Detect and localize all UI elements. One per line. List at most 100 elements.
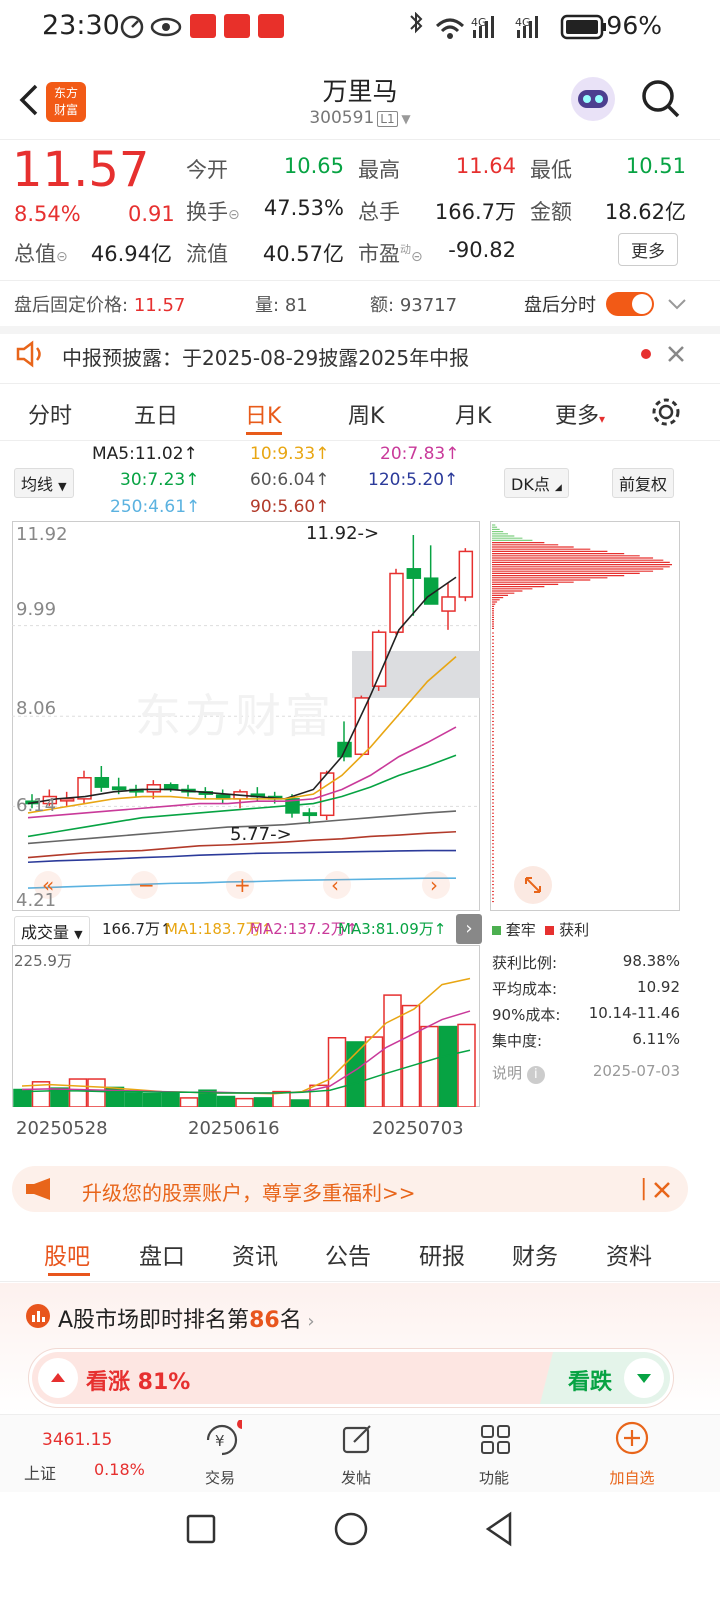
chip-note[interactable]: 说明 i — [492, 1062, 545, 1084]
y-label-top: 11.92 — [16, 524, 68, 545]
tab-underline — [246, 432, 282, 435]
chevron-down-icon[interactable] — [666, 295, 688, 313]
volume-bar — [142, 1092, 162, 1107]
volume-dropdown[interactable]: 成交量 ▼ — [14, 916, 90, 946]
index-name[interactable]: 上证 — [24, 1460, 56, 1484]
promo-text[interactable]: 升级您的股票账户，尊享多重福利>> — [82, 1177, 416, 1206]
search-icon[interactable] — [640, 78, 682, 120]
open-value: 10.65 — [283, 154, 344, 178]
index-value[interactable]: 3461.15 — [42, 1430, 112, 1450]
restore-right-button[interactable]: 前复权 — [612, 468, 675, 498]
change-percent: 8.54% — [14, 202, 81, 226]
promo-close-icon[interactable] — [652, 1180, 672, 1200]
volume-bar — [457, 1023, 476, 1107]
amount-value: 18.62亿 — [604, 200, 686, 224]
chart-nav-glyph: › — [430, 873, 438, 897]
robot-assistant-icon[interactable] — [568, 74, 618, 124]
battery-icon — [560, 14, 606, 40]
volume-bar — [420, 1025, 439, 1107]
y-label-4: 6.14 — [16, 795, 57, 816]
chip-distribution-svg — [492, 524, 672, 903]
nav-post[interactable]: 发帖 — [306, 1467, 406, 1488]
low-value: 10.51 — [625, 154, 686, 178]
high-marker: 11.92-> — [306, 523, 380, 544]
tab-more[interactable]: 更多▾ — [555, 398, 605, 430]
nav-trade[interactable]: 交易 — [170, 1467, 270, 1488]
more-quote-button[interactable]: 更多 — [618, 233, 678, 266]
vote-up-icon[interactable] — [38, 1358, 78, 1398]
expand-button[interactable] — [514, 866, 552, 904]
trade-icon[interactable]: ¥ — [202, 1420, 242, 1460]
ma5-value: MA5:11.02↑ — [92, 444, 198, 464]
tab-pankou[interactable]: 盘口 — [139, 1237, 185, 1271]
after-hours-label: 盘后分时 — [524, 295, 596, 316]
chart-nav-glyph: − — [138, 873, 155, 897]
tab-monthly-k[interactable]: 月K — [455, 398, 491, 430]
tab-news[interactable]: 资讯 — [232, 1237, 278, 1271]
volume-bar — [179, 1097, 199, 1107]
notice-dot — [641, 349, 651, 359]
volume-bar — [364, 1036, 384, 1107]
candle-body — [441, 596, 456, 612]
home-icon[interactable] — [332, 1510, 370, 1548]
dk-point-button[interactable]: DK点 ◢ — [504, 468, 569, 498]
expand-icon — [525, 877, 541, 893]
chart-nav-glyph: + — [234, 873, 251, 897]
tab-announcement[interactable]: 公告 — [325, 1237, 371, 1271]
tab-guba[interactable]: 股吧 — [44, 1237, 90, 1271]
volume-bar — [124, 1092, 143, 1107]
tab-profile[interactable]: 资料 — [606, 1237, 652, 1271]
ma60-value: 60:6.04↑ — [250, 470, 330, 490]
promo-divider: | — [640, 1176, 648, 1201]
candle-body — [371, 631, 387, 687]
vote-up-text[interactable]: 看涨 81% — [86, 1364, 190, 1396]
volume-bar — [383, 994, 402, 1107]
vote-down-icon[interactable] — [624, 1358, 664, 1398]
notice-text[interactable]: 中报预披露：于2025-08-29披露2025年中报 — [62, 342, 469, 371]
chart-nav-glyph: ‹ — [331, 873, 339, 897]
ma-dropdown[interactable]: 均线 ▼ — [14, 468, 74, 498]
stock-header: 东方 财富 万里马 300591 L1 ▼ — [0, 60, 720, 140]
post-icon[interactable] — [340, 1422, 376, 1458]
nav-functions[interactable]: 功能 — [444, 1467, 544, 1488]
volume-label: 总手 — [358, 200, 400, 224]
ma90-value: 90:5.60↑ — [250, 497, 330, 517]
status-icons — [120, 14, 284, 39]
volume-max-label: 225.9万 — [14, 952, 72, 970]
signal-icons: 4G 4G — [410, 12, 538, 39]
tab-intraday[interactable]: 分时 — [28, 398, 72, 430]
date-start: 20250528 — [16, 1118, 108, 1139]
watermark: 东方财富 — [135, 689, 335, 743]
chip-avg-label: 平均成本: — [492, 980, 558, 998]
float-value: 40.57亿 — [262, 242, 344, 266]
pe-value: -90.82 — [448, 238, 516, 262]
tab-daily-k[interactable]: 日K — [245, 398, 281, 430]
recent-apps-icon[interactable] — [184, 1512, 218, 1546]
add-watchlist-icon[interactable] — [614, 1420, 650, 1456]
low-marker: 5.77-> — [230, 824, 292, 845]
volume-bar — [216, 1095, 236, 1107]
nav-add-watchlist[interactable]: 加自选 — [582, 1467, 682, 1488]
candle-body — [389, 572, 404, 633]
after-hours-toggle[interactable] — [606, 292, 654, 316]
after-hours-price: 盘后固定价格: 11.57 — [14, 295, 186, 316]
volume-bar — [68, 1078, 88, 1107]
index-percent[interactable]: 0.18% — [94, 1460, 145, 1479]
mktcap-value: 46.94亿 — [90, 242, 172, 266]
info-icon: i — [526, 1066, 545, 1084]
functions-grid-icon[interactable] — [478, 1422, 514, 1458]
panel-arrow-button[interactable]: › — [456, 914, 482, 944]
tab-five-day[interactable]: 五日 — [134, 398, 178, 430]
tab-weekly-k[interactable]: 周K — [348, 398, 384, 430]
tab-research[interactable]: 研报 — [419, 1237, 465, 1271]
svg-text:¥: ¥ — [215, 1432, 225, 1450]
close-icon[interactable] — [665, 343, 687, 365]
vote-down-text[interactable]: 看跌 — [568, 1364, 612, 1396]
high-label: 最高 — [358, 158, 400, 182]
settings-gear-icon[interactable] — [650, 396, 682, 428]
tab-finance[interactable]: 财务 — [512, 1237, 558, 1271]
back-nav-icon[interactable] — [482, 1510, 516, 1548]
volume-bar — [401, 1004, 421, 1107]
date-end: 20250703 — [372, 1118, 464, 1139]
rank-text[interactable]: A股市场即时排名第86名 › — [58, 1302, 315, 1334]
